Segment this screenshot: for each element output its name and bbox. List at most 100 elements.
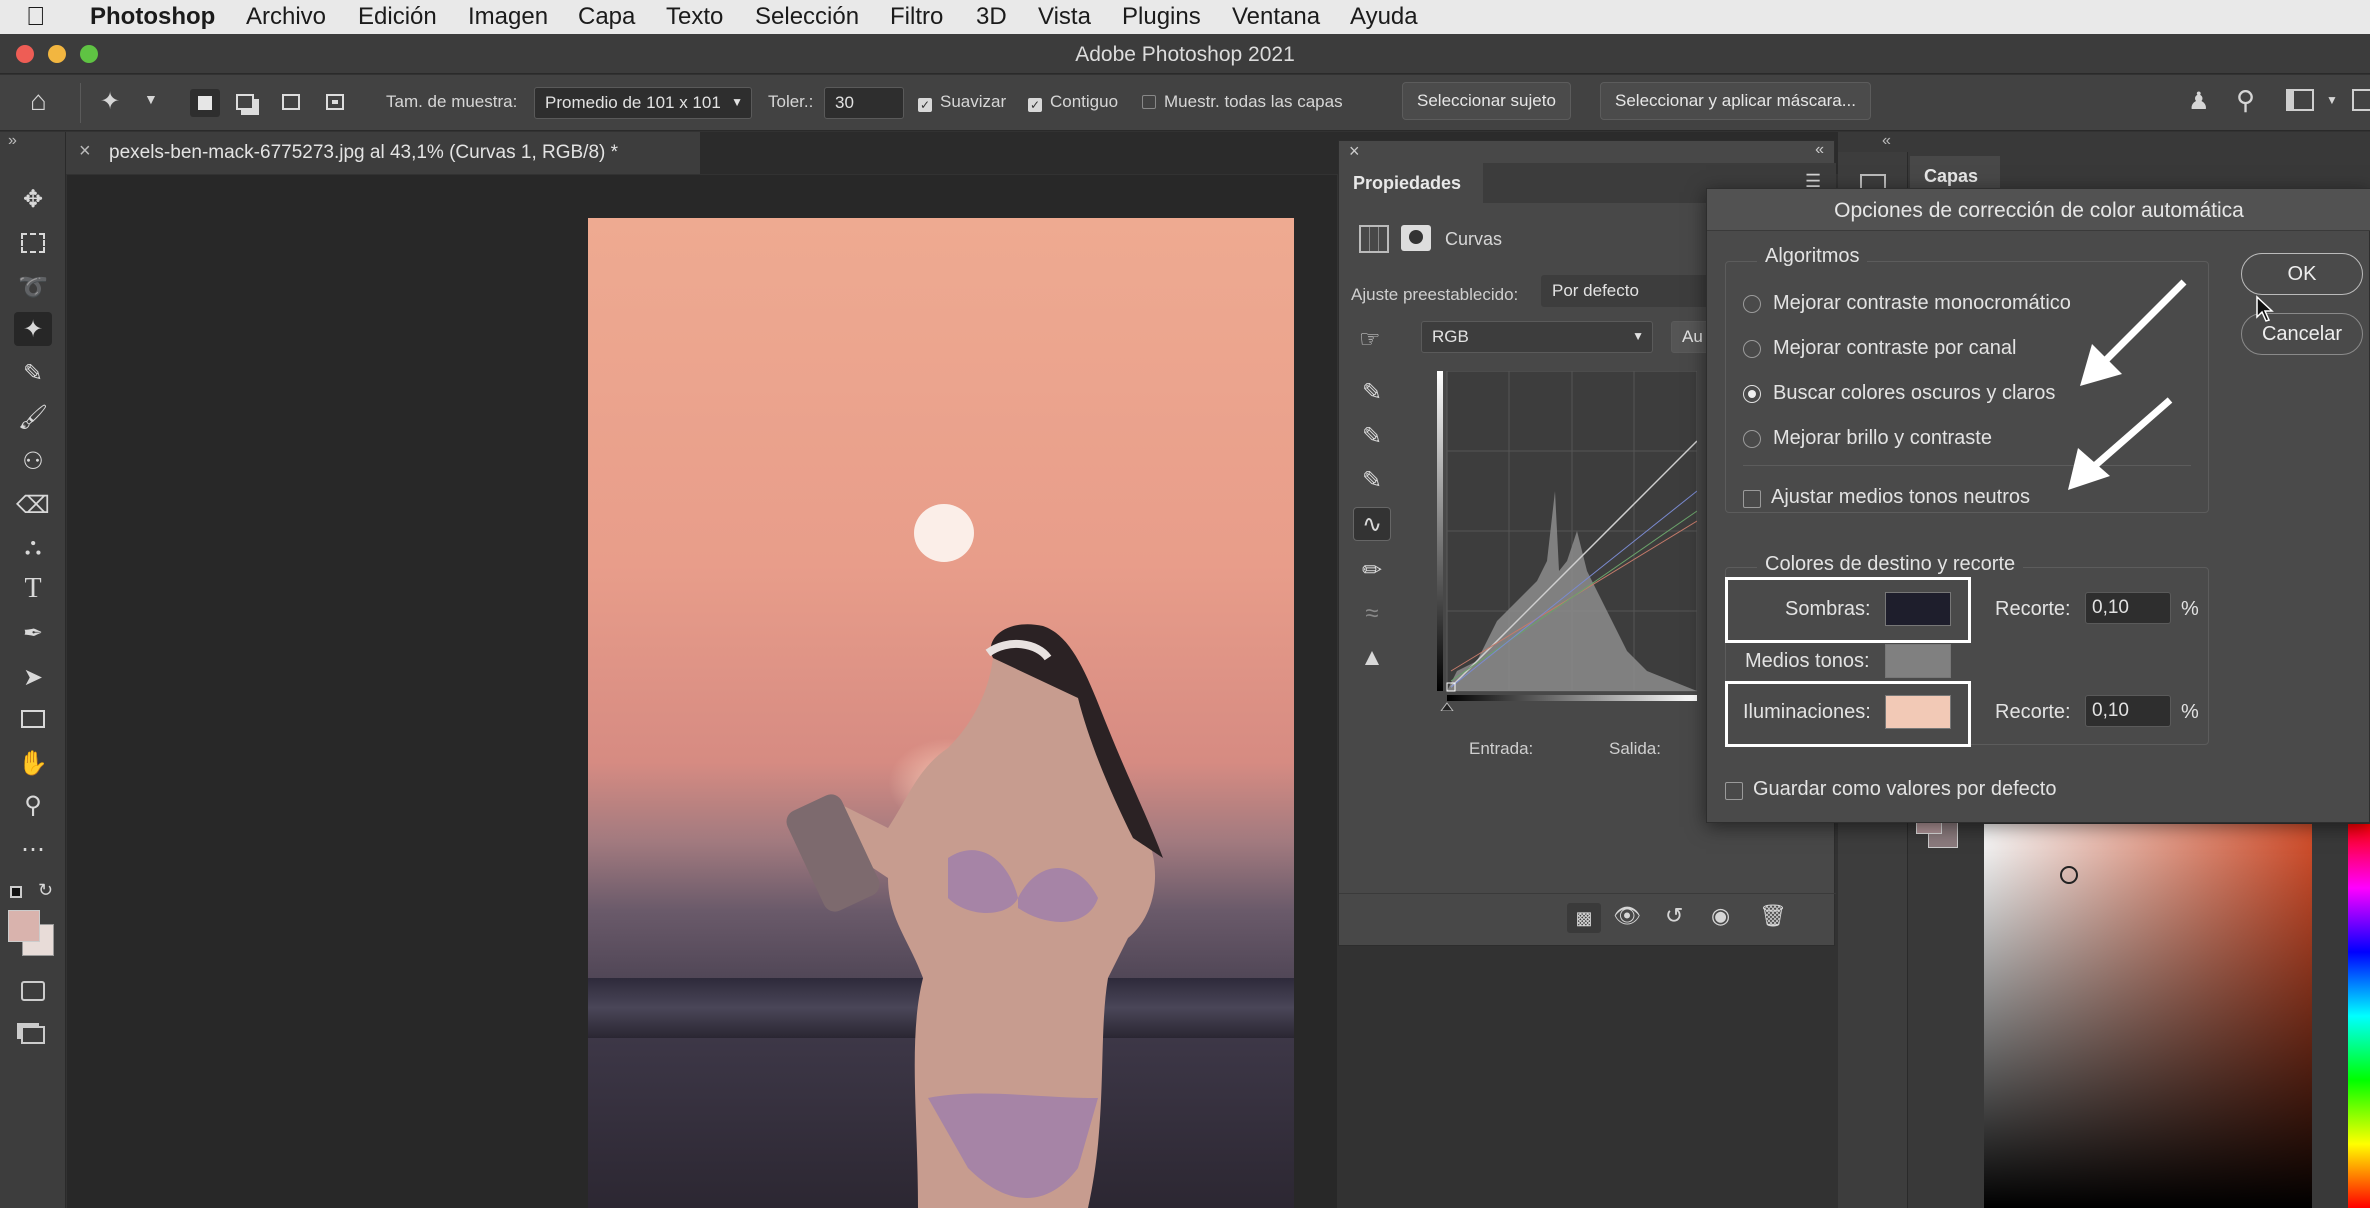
contiguous-checkbox[interactable]: ✓ Contiguo (1028, 92, 1118, 112)
paint-bucket-tool-icon[interactable]: ⛬ (14, 530, 52, 564)
default-colors-icon[interactable] (10, 886, 22, 898)
add-selection-icon[interactable] (236, 94, 254, 110)
midtones-color-swatch[interactable] (1885, 644, 1951, 678)
search-icon[interactable]: ⚲ (2236, 85, 2255, 116)
menu-ventana[interactable]: Ventana (1232, 3, 1320, 31)
tolerance-input[interactable]: 30 (824, 87, 904, 119)
panel-icon[interactable] (2352, 89, 2370, 111)
options-bar: ⌂ ✦ ▼ Tam. de muestra: Promedio de 101 x… (0, 75, 2370, 131)
reset-icon[interactable]: ↺ (1665, 903, 1683, 929)
antialias-checkbox[interactable]: ✓ Suavizar (918, 92, 1006, 112)
snap-neutral-midtones-checkbox[interactable]: Ajustar medios tonos neutros (1743, 483, 2163, 513)
type-tool-icon[interactable]: T (14, 572, 52, 606)
menu-app-name[interactable]: Photoshop (90, 3, 215, 31)
menu-plugins[interactable]: Plugins (1122, 3, 1201, 31)
sample-all-layers-checkbox[interactable]: Muestr. todas las capas (1142, 92, 1343, 112)
screen-mode-icon[interactable] (14, 1018, 52, 1052)
collapse-icon[interactable]: » (8, 132, 17, 150)
quick-mask-icon[interactable] (14, 974, 52, 1008)
menu-filtro[interactable]: Filtro (890, 3, 943, 31)
swap-colors-icon[interactable]: ↻ (38, 880, 53, 901)
targeted-adjustment-icon[interactable]: ☞ (1359, 325, 1381, 354)
magic-wand-tool-icon[interactable]: ✦ (14, 312, 52, 346)
delete-icon[interactable]: 🗑 (1759, 903, 1787, 929)
sample-size-select[interactable]: Promedio de 101 x 101 ▼ (534, 87, 752, 119)
close-icon[interactable]: × (79, 140, 91, 163)
preset-value: Por defecto (1552, 281, 1639, 300)
menu-texto[interactable]: Texto (666, 3, 723, 31)
highlights-clip-input[interactable]: 0,10 (2085, 695, 2171, 727)
radio-button (1743, 340, 1761, 358)
option-dark-and-light-colors[interactable]: Buscar colores oscuros y claros (1743, 379, 2163, 409)
apple-icon[interactable]:  (26, 1, 46, 32)
clipping-warning-icon[interactable]: ▲ (1353, 641, 1391, 675)
curve-edit-icon[interactable]: ∿ (1353, 507, 1391, 541)
document-image[interactable] (588, 218, 1294, 1208)
clip-to-layer-icon[interactable]: ▩ (1567, 903, 1601, 933)
path-selection-tool-icon[interactable]: ➤ (14, 660, 52, 694)
curves-graph[interactable] (1437, 371, 1697, 711)
home-icon[interactable]: ⌂ (30, 85, 47, 117)
visibility-icon[interactable]: ◉ (1711, 903, 1730, 929)
brush-tool-icon[interactable]: 🖌 (14, 400, 52, 434)
person-figure (786, 624, 1163, 1208)
smooth-curve-icon[interactable]: ≈ (1353, 597, 1391, 631)
hue-slider[interactable] (2348, 824, 2370, 1208)
collapse-icon[interactable]: « (1882, 132, 1891, 150)
zoom-tool-icon[interactable]: ⚲ (14, 788, 52, 822)
share-icon[interactable]: ♟ (2188, 87, 2210, 116)
new-selection-icon[interactable] (190, 89, 220, 117)
menu-vista[interactable]: Vista (1038, 3, 1091, 31)
option-brightness-contrast[interactable]: Mejorar brillo y contraste (1743, 424, 2163, 454)
eyedropper-tool-icon[interactable]: ✎ (14, 356, 52, 390)
workspace-icon[interactable] (2286, 89, 2314, 111)
black-point-eyedropper-icon[interactable]: ✎ (1353, 375, 1391, 409)
magic-wand-icon[interactable]: ✦ (100, 87, 120, 116)
select-subject-button[interactable]: Seleccionar sujeto (1402, 82, 1571, 120)
chevron-down-icon: ▼ (731, 95, 743, 109)
menu-seleccion[interactable]: Selección (755, 3, 859, 31)
hand-tool-icon[interactable]: ✋ (14, 746, 52, 780)
close-icon[interactable]: × (1349, 141, 1360, 162)
view-previous-state-icon[interactable]: 👁 (1613, 903, 1641, 929)
option-per-channel-contrast[interactable]: Mejorar contraste por canal (1743, 334, 2163, 364)
color-picker-field[interactable] (1984, 824, 2312, 1208)
menu-archivo[interactable]: Archivo (246, 3, 326, 31)
move-tool-icon[interactable]: ✥ (14, 182, 52, 216)
more-tools-icon[interactable]: ⋯ (14, 832, 52, 866)
save-as-defaults-checkbox[interactable]: Guardar como valores por defecto (1725, 775, 2165, 805)
pen-tool-icon[interactable]: ✒ (14, 616, 52, 650)
menu-3d[interactable]: 3D (976, 3, 1007, 31)
channel-select[interactable]: RGB ▼ (1421, 321, 1653, 353)
menu-capa[interactable]: Capa (578, 3, 635, 31)
tab-propiedades[interactable]: Propiedades (1339, 163, 1483, 203)
menu-ayuda[interactable]: Ayuda (1350, 3, 1418, 31)
lasso-tool-icon[interactable]: ➰ (14, 270, 52, 304)
intersect-selection-icon[interactable] (326, 94, 344, 110)
white-point-eyedropper-icon[interactable]: ✎ (1353, 463, 1391, 497)
rectangle-tool-icon[interactable] (14, 702, 52, 736)
gray-point-eyedropper-icon[interactable]: ✎ (1353, 419, 1391, 453)
color-picker-cursor[interactable] (2060, 866, 2078, 884)
chevron-down-icon[interactable]: ▼ (144, 91, 158, 107)
tolerance-label: Toler.: (768, 92, 814, 111)
collapse-icon[interactable]: « (1815, 141, 1824, 159)
pencil-draw-icon[interactable]: ✏ (1353, 553, 1391, 587)
select-and-mask-button[interactable]: Seleccionar y aplicar máscara... (1600, 82, 1871, 120)
output-label: Salida: (1609, 739, 1661, 758)
shadows-clip-input[interactable]: 0,10 (2085, 592, 2171, 624)
mask-icon[interactable] (1401, 225, 1431, 251)
foreground-color-swatch[interactable] (8, 910, 40, 942)
option-monochromatic-contrast[interactable]: Mejorar contraste monocromático (1743, 289, 2163, 319)
subtract-selection-icon[interactable] (282, 94, 300, 110)
ok-button[interactable]: OK (2241, 253, 2363, 295)
divider (80, 83, 81, 123)
chevron-down-icon[interactable]: ▼ (2326, 93, 2338, 107)
marquee-tool-icon[interactable] (14, 226, 52, 260)
stamp-tool-icon[interactable]: ⚇ (14, 444, 52, 478)
menu-edicion[interactable]: Edición (358, 3, 437, 31)
eraser-tool-icon[interactable]: ⌫ (14, 488, 52, 522)
menu-imagen[interactable]: Imagen (468, 3, 548, 31)
option-label: Mejorar brillo y contraste (1773, 427, 1992, 449)
document-tab[interactable]: × pexels-ben-mack-6775273.jpg al 43,1% (… (65, 132, 700, 174)
